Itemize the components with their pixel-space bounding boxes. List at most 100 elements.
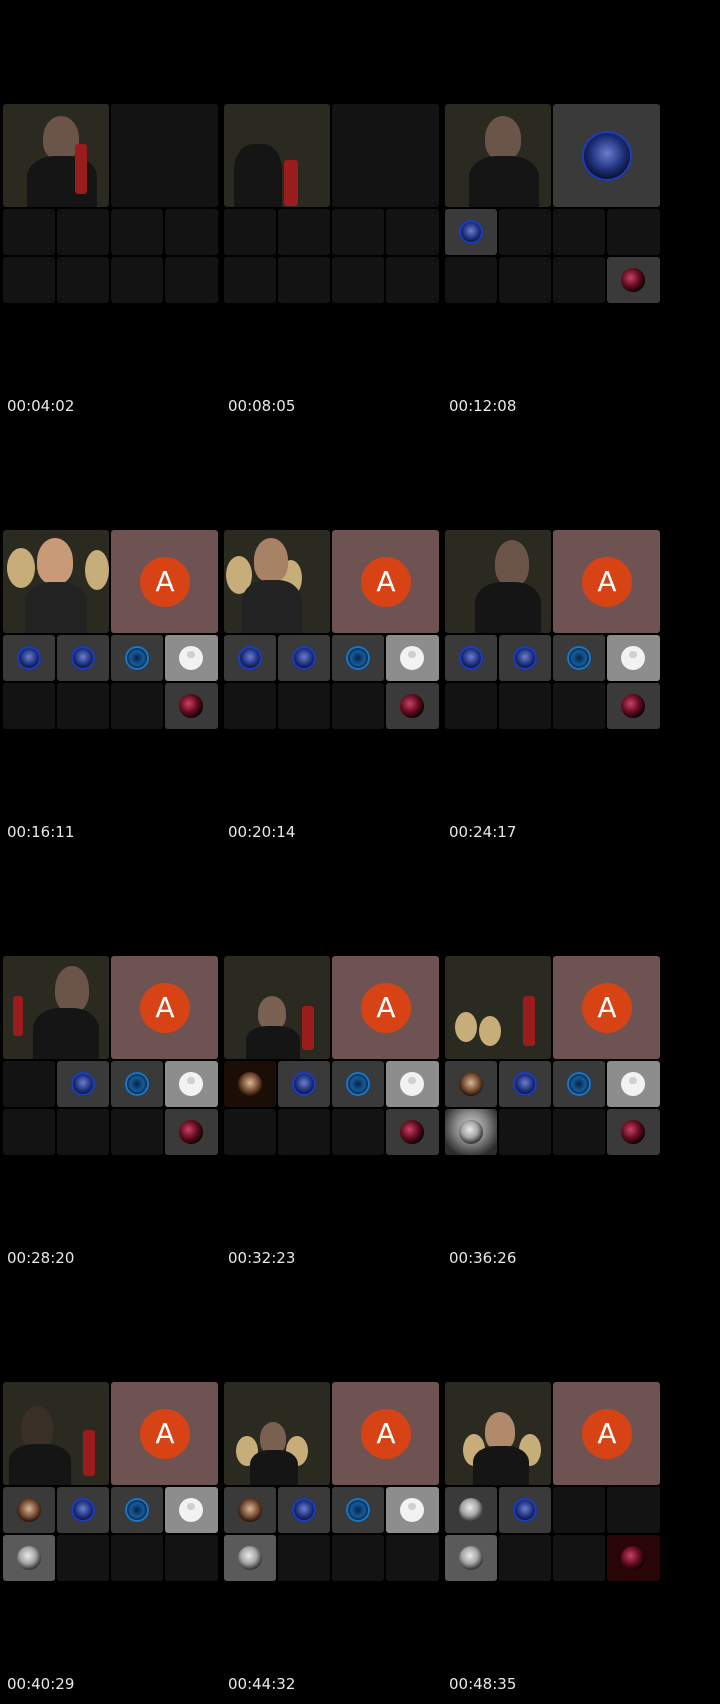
webcam-feed bbox=[224, 530, 330, 633]
red-avatar-icon bbox=[621, 1120, 645, 1144]
participant-tile bbox=[553, 104, 660, 207]
team-logo-avatar-icon bbox=[292, 1072, 316, 1096]
face-avatar-icon bbox=[238, 1498, 262, 1522]
thumbnail-4: A 00:16:11 bbox=[3, 426, 240, 852]
blue-avatar-icon bbox=[346, 1072, 370, 1096]
thumbnail-8: A 00:32:23 bbox=[224, 852, 461, 1278]
default-user-avatar-icon bbox=[400, 646, 424, 670]
thumbnail-6: A 00:24:17 bbox=[445, 426, 682, 852]
thumbnail-5: A 00:20:14 bbox=[224, 426, 461, 852]
blue-avatar-icon bbox=[567, 1072, 591, 1096]
red-avatar-icon bbox=[179, 694, 203, 718]
default-user-avatar-icon bbox=[179, 1072, 203, 1096]
team-logo-avatar-icon bbox=[459, 646, 483, 670]
thumbnail-9: A 00:36:26 bbox=[445, 852, 682, 1278]
thumbnail-7: A 00:28:20 bbox=[3, 852, 240, 1278]
team-logo-avatar-icon bbox=[513, 646, 537, 670]
webcam-feed bbox=[3, 530, 109, 633]
timestamp: 00:48:35 bbox=[449, 1675, 517, 1693]
face-avatar-icon bbox=[459, 1072, 483, 1096]
team-logo-avatar-icon bbox=[513, 1498, 537, 1522]
timestamp: 00:04:02 bbox=[7, 397, 75, 415]
team-logo-avatar-icon bbox=[459, 220, 483, 244]
avatar-letter: A bbox=[140, 557, 190, 607]
default-user-avatar-icon bbox=[179, 646, 203, 670]
webcam-feed bbox=[224, 104, 330, 207]
participant-tile: A bbox=[332, 956, 439, 1059]
webcam-feed bbox=[445, 104, 551, 207]
blue-avatar-icon bbox=[567, 646, 591, 670]
webcam-feed bbox=[445, 956, 551, 1059]
avatar-letter: A bbox=[582, 983, 632, 1033]
moon-avatar-icon bbox=[238, 1546, 262, 1570]
team-logo-avatar-icon bbox=[71, 1072, 95, 1096]
webcam-feed bbox=[3, 1382, 109, 1485]
team-logo-avatar-icon bbox=[238, 646, 262, 670]
participant-tile: A bbox=[553, 1382, 660, 1485]
timestamp: 00:08:05 bbox=[228, 397, 296, 415]
timestamp: 00:40:29 bbox=[7, 1675, 75, 1693]
team-logo-avatar-icon bbox=[582, 131, 632, 181]
red-avatar-icon bbox=[400, 694, 424, 718]
participant-tile: A bbox=[332, 530, 439, 633]
red-avatar-icon bbox=[400, 1120, 424, 1144]
default-user-avatar-icon bbox=[179, 1498, 203, 1522]
red-avatar-icon bbox=[621, 268, 645, 292]
webcam-feed bbox=[3, 956, 109, 1059]
team-logo-avatar-icon bbox=[17, 646, 41, 670]
thumbnail-1: 00:04:02 bbox=[3, 0, 240, 426]
timestamp: 00:28:20 bbox=[7, 1249, 75, 1267]
face-avatar-icon bbox=[17, 1498, 41, 1522]
face-avatar-icon bbox=[238, 1072, 262, 1096]
timestamp: 00:32:23 bbox=[228, 1249, 296, 1267]
webcam-feed bbox=[445, 1382, 551, 1485]
silver-avatar-icon bbox=[459, 1498, 483, 1522]
default-user-avatar-icon bbox=[621, 1072, 645, 1096]
avatar-letter: A bbox=[582, 557, 632, 607]
timestamp: 00:16:11 bbox=[7, 823, 75, 841]
timestamp: 00:12:08 bbox=[449, 397, 517, 415]
webcam-feed bbox=[224, 956, 330, 1059]
participant-tile: A bbox=[553, 956, 660, 1059]
webcam-feed bbox=[445, 530, 551, 633]
default-user-avatar-icon bbox=[400, 1498, 424, 1522]
thumbnail-10: A 00:40:29 bbox=[3, 1278, 240, 1704]
thumbnail-3: 00:12:08 bbox=[445, 0, 682, 426]
team-logo-avatar-icon bbox=[292, 646, 316, 670]
participant-tile: A bbox=[553, 530, 660, 633]
thumbnail-11: A 00:44:32 bbox=[224, 1278, 461, 1704]
avatar-letter: A bbox=[140, 1409, 190, 1459]
default-user-avatar-icon bbox=[400, 1072, 424, 1096]
blue-avatar-icon bbox=[346, 1498, 370, 1522]
timestamp: 00:20:14 bbox=[228, 823, 296, 841]
timestamp: 00:36:26 bbox=[449, 1249, 517, 1267]
avatar-letter: A bbox=[140, 983, 190, 1033]
timestamp: 00:44:32 bbox=[228, 1675, 296, 1693]
blue-avatar-icon bbox=[125, 646, 149, 670]
red-avatar-icon bbox=[179, 1120, 203, 1144]
team-logo-avatar-icon bbox=[71, 1498, 95, 1522]
team-logo-avatar-icon bbox=[292, 1498, 316, 1522]
moon-avatar-icon bbox=[17, 1546, 41, 1570]
webcam-feed bbox=[224, 1382, 330, 1485]
blue-avatar-icon bbox=[125, 1072, 149, 1096]
blue-avatar-icon bbox=[346, 646, 370, 670]
red-avatar-icon bbox=[621, 1546, 645, 1570]
thumbnail-12: A 00:48:35 bbox=[445, 1278, 682, 1704]
blue-avatar-icon bbox=[125, 1498, 149, 1522]
avatar-letter: A bbox=[361, 557, 411, 607]
avatar-letter: A bbox=[582, 1409, 632, 1459]
avatar-letter: A bbox=[361, 983, 411, 1033]
default-user-avatar-icon bbox=[621, 646, 645, 670]
timestamp: 00:24:17 bbox=[449, 823, 517, 841]
thumbnail-2: 00:08:05 bbox=[224, 0, 461, 426]
avatar-letter: A bbox=[361, 1409, 411, 1459]
red-avatar-icon bbox=[621, 694, 645, 718]
moon-avatar-icon bbox=[459, 1120, 483, 1144]
team-logo-avatar-icon bbox=[71, 646, 95, 670]
participant-tile: A bbox=[111, 956, 218, 1059]
participant-tile: A bbox=[111, 1382, 218, 1485]
webcam-feed bbox=[3, 104, 109, 207]
moon-avatar-icon bbox=[459, 1546, 483, 1570]
team-logo-avatar-icon bbox=[513, 1072, 537, 1096]
